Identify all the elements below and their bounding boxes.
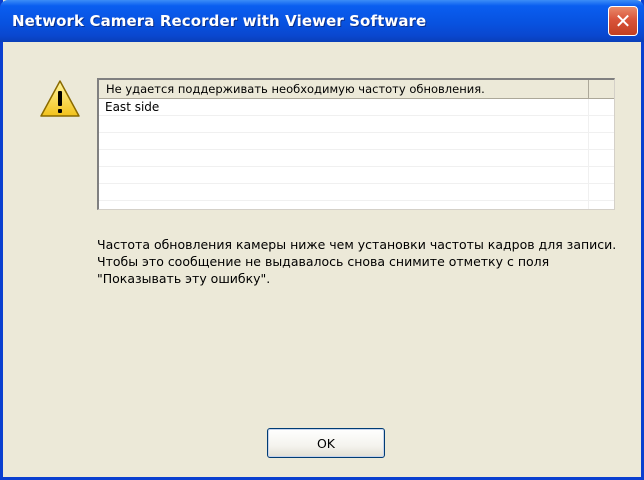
close-button[interactable]: ✕ xyxy=(608,6,638,36)
message-line-2: Чтобы это сообщение не выдавалось снова … xyxy=(97,254,550,286)
close-icon: ✕ xyxy=(614,9,632,33)
list-row[interactable] xyxy=(99,133,614,150)
list-cell: East side xyxy=(99,99,589,116)
list-column-header-empty[interactable] xyxy=(589,80,614,98)
error-list[interactable]: Не удается поддерживать необходимую част… xyxy=(97,78,615,210)
list-row[interactable] xyxy=(99,184,614,201)
message-text: Частота обновления камеры ниже чем устан… xyxy=(97,236,627,287)
list-cell xyxy=(99,150,589,167)
list-header: Не удается поддерживать необходимую част… xyxy=(99,80,614,99)
ok-button[interactable]: OK xyxy=(267,428,385,458)
list-row[interactable]: East side xyxy=(99,99,614,116)
list-cell xyxy=(99,167,589,184)
list-cell xyxy=(99,116,589,133)
list-row[interactable] xyxy=(99,201,614,209)
list-cell xyxy=(99,201,589,209)
list-column-header[interactable]: Не удается поддерживать необходимую част… xyxy=(99,80,589,98)
message-line-1: Частота обновления камеры ниже чем устан… xyxy=(97,237,617,252)
warning-icon xyxy=(40,80,80,117)
list-cell xyxy=(99,133,589,150)
dialog-window: Network Camera Recorder with Viewer Soft… xyxy=(0,0,644,480)
list-row[interactable] xyxy=(99,150,614,167)
list-row[interactable] xyxy=(99,116,614,133)
window-title: Network Camera Recorder with Viewer Soft… xyxy=(12,12,427,30)
list-row[interactable] xyxy=(99,167,614,184)
list-cell xyxy=(99,184,589,201)
title-bar[interactable]: Network Camera Recorder with Viewer Soft… xyxy=(0,0,644,42)
